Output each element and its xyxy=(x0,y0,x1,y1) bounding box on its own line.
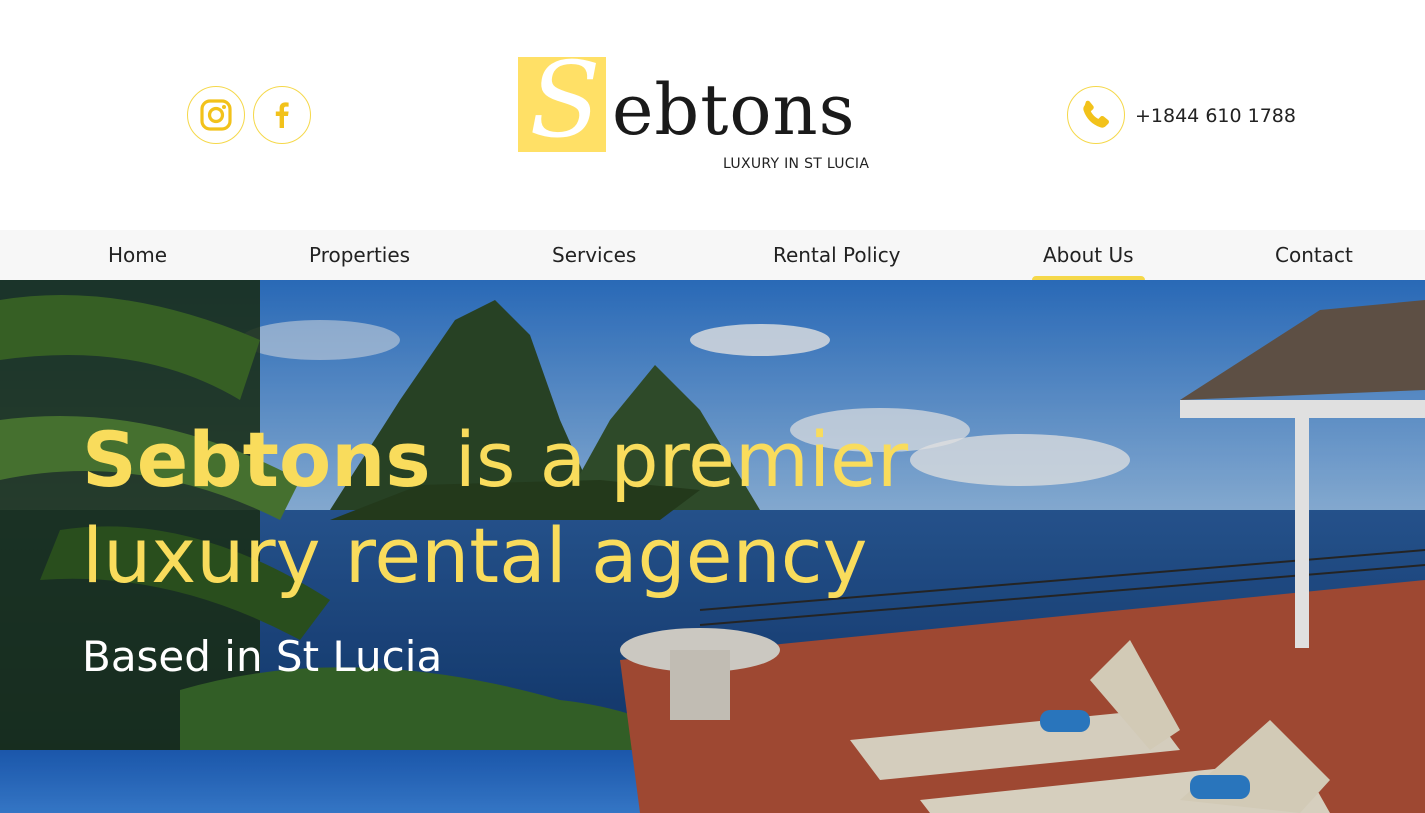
instagram-link[interactable] xyxy=(187,86,245,144)
phone-number-link[interactable]: +1844 610 1788 xyxy=(1135,104,1296,128)
phone-button[interactable] xyxy=(1067,86,1125,144)
nav-services[interactable]: Services xyxy=(552,230,636,280)
nav-contact[interactable]: Contact xyxy=(1275,230,1353,280)
phone-icon xyxy=(1083,100,1109,128)
hero-banner: Sebtons is a premier luxury rental agenc… xyxy=(0,280,1425,813)
hero-title: Sebtons is a premier luxury rental agenc… xyxy=(82,412,1062,604)
facebook-icon xyxy=(275,102,289,128)
hero-title-brand: Sebtons xyxy=(82,415,431,504)
nav-rental-policy[interactable]: Rental Policy xyxy=(773,230,901,280)
main-nav: Home Properties Services Rental Policy A… xyxy=(0,230,1425,280)
logo-wordmark: ebtons xyxy=(612,69,856,151)
logo-initial: S xyxy=(529,39,601,161)
nav-home[interactable]: Home xyxy=(108,230,167,280)
facebook-link[interactable] xyxy=(253,86,311,144)
hero-subtitle: Based in St Lucia xyxy=(82,632,443,681)
logo-tagline: LUXURY IN ST LUCIA xyxy=(723,156,870,172)
nav-properties[interactable]: Properties xyxy=(309,230,410,280)
instagram-icon xyxy=(200,99,232,131)
nav-about-us[interactable]: About Us xyxy=(1032,230,1145,280)
site-header: S ebtons LUXURY IN ST LUCIA +1844 610 17… xyxy=(0,0,1425,230)
